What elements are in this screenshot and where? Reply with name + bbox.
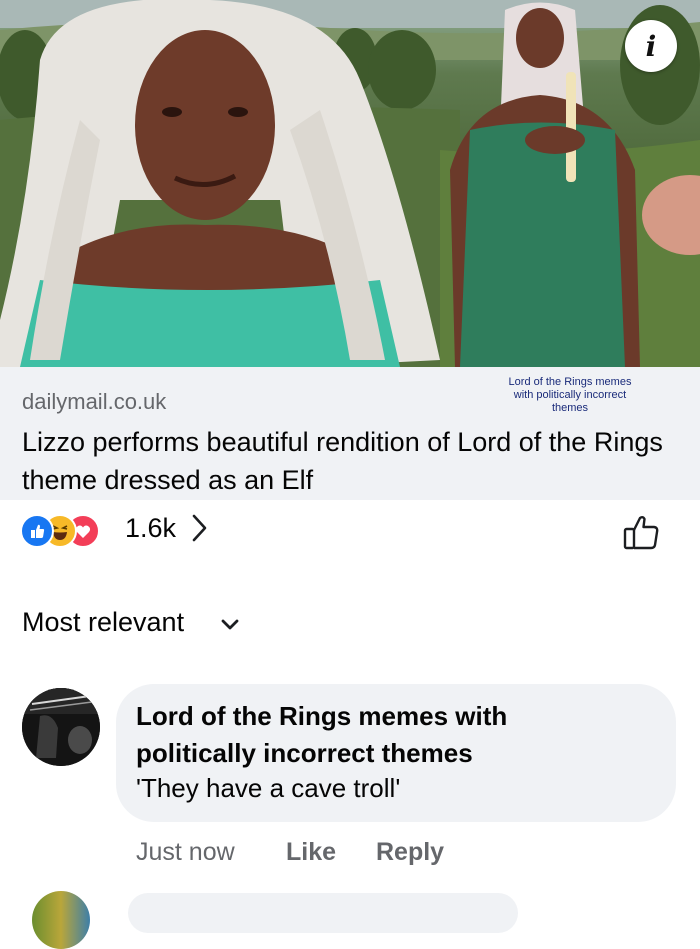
- chevron-down-icon: [221, 619, 239, 630]
- reactions-row: 1.6k: [0, 500, 700, 560]
- link-preview-image[interactable]: i: [0, 0, 700, 367]
- next-comment-bubble: [128, 893, 518, 933]
- info-icon[interactable]: i: [625, 20, 677, 72]
- avatar[interactable]: [22, 688, 100, 766]
- comment-author[interactable]: Lord of the Rings memes with politically…: [136, 698, 556, 772]
- reaction-count[interactable]: 1.6k: [125, 513, 176, 544]
- comment-text: 'They have a cave troll': [136, 773, 401, 803]
- comment-timestamp[interactable]: Just now: [136, 838, 235, 867]
- page-watermark: Lord of the Rings memes with politically…: [508, 376, 632, 414]
- link-caption[interactable]: dailymail.co.uk Lord of the Rings memes …: [0, 367, 700, 500]
- link-title[interactable]: Lizzo performs beautiful rendition of Lo…: [22, 423, 672, 499]
- thumbs-up-icon[interactable]: [620, 510, 664, 554]
- like-button[interactable]: Like: [286, 838, 336, 867]
- like-reaction-icon: [20, 514, 54, 548]
- sort-selector[interactable]: Most relevant: [22, 607, 239, 643]
- chevron-right-icon[interactable]: [188, 512, 210, 544]
- comment-bubble: Lord of the Rings memes with politically…: [116, 684, 676, 822]
- reply-button[interactable]: Reply: [376, 838, 444, 867]
- link-domain: dailymail.co.uk: [22, 389, 167, 414]
- sort-label: Most relevant: [22, 607, 185, 637]
- preview-photo-illustration: [0, 0, 700, 367]
- reaction-icons[interactable]: [20, 514, 120, 548]
